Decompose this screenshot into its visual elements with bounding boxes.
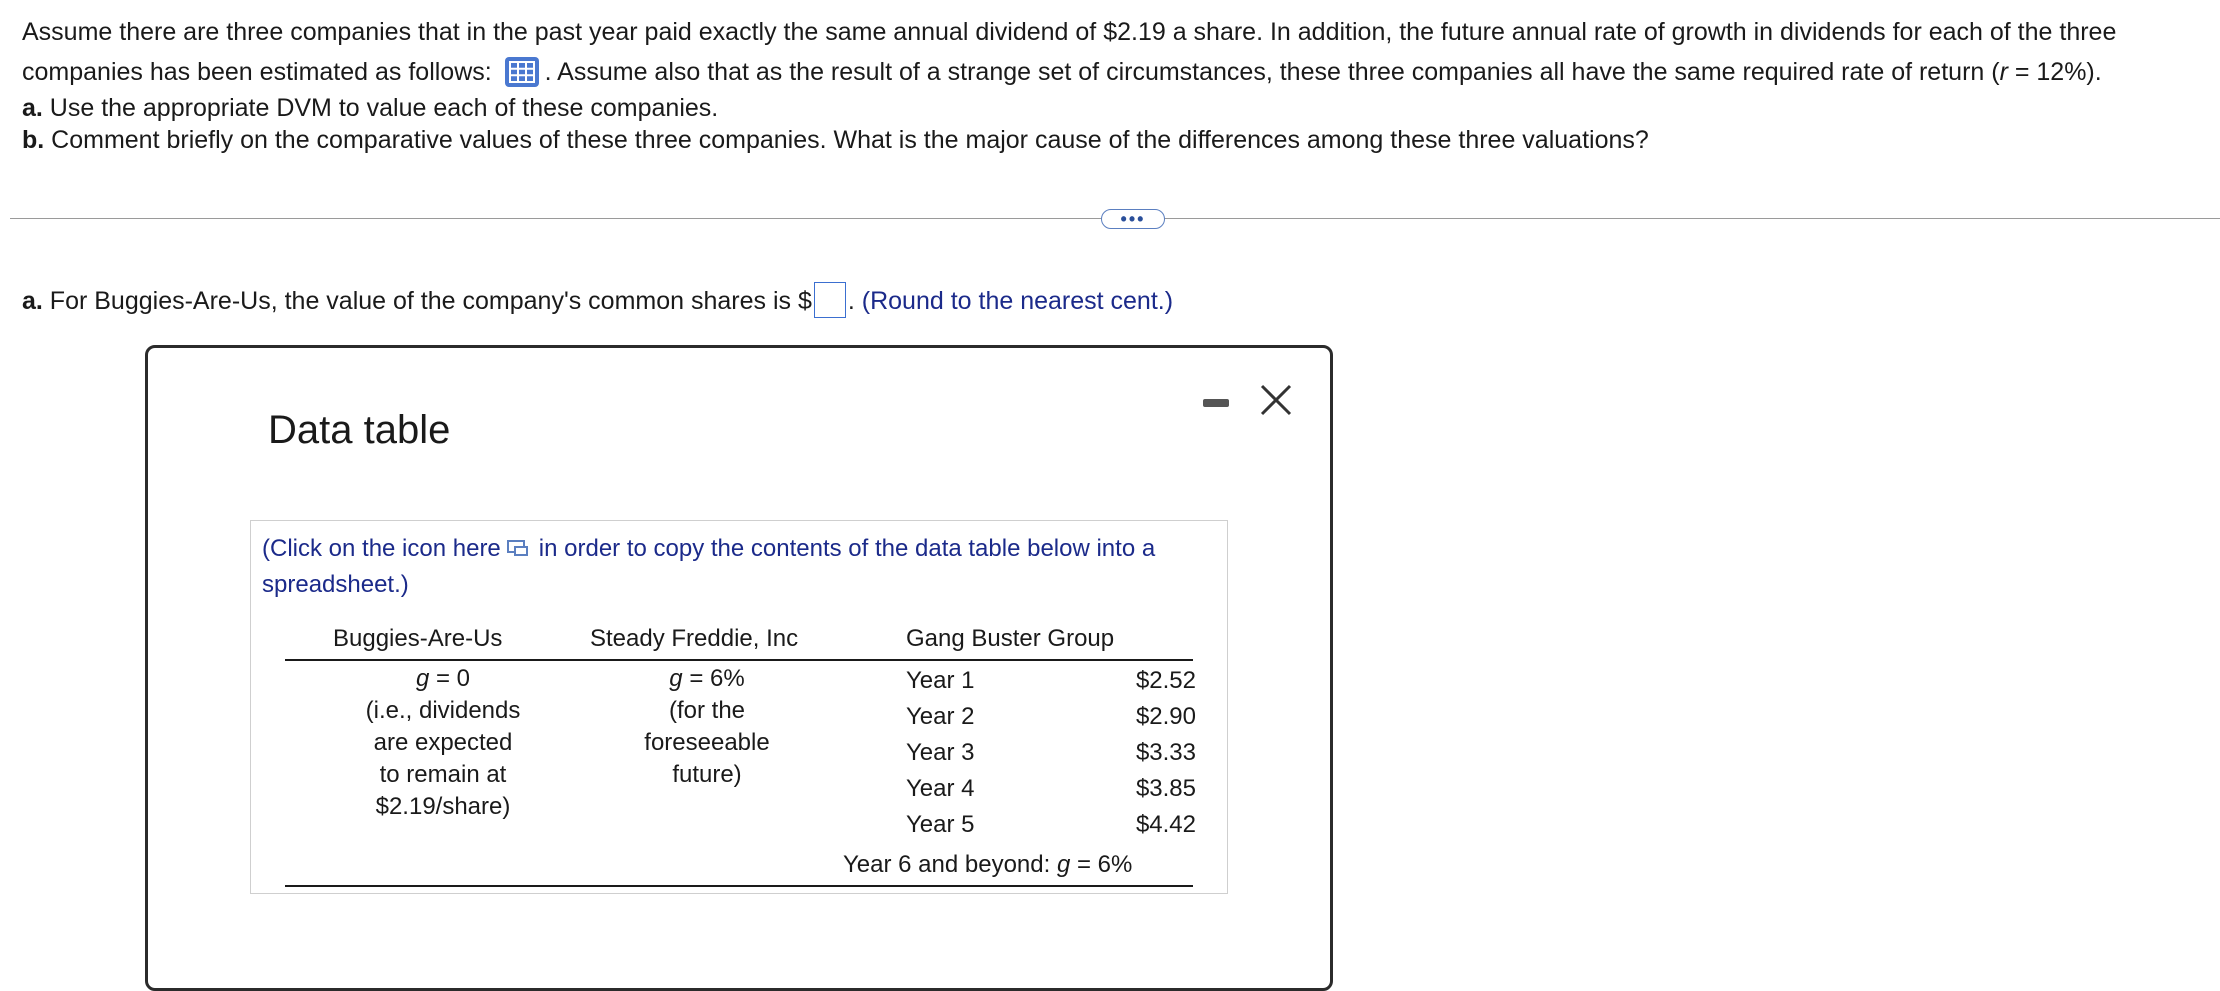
gang-year-1: Year 1 [906, 667, 975, 694]
dialog-title: Data table [268, 408, 451, 452]
gang-beyond-row: Year 6 and beyond: g = 6% [843, 851, 1132, 879]
freddie-note-2: foreseeable [644, 729, 770, 756]
problem-line-2-end: = 12%). [2007, 58, 2102, 86]
gang-amount-2: $2.90 [1135, 703, 1196, 730]
freddie-g-value: = 6% [682, 665, 745, 692]
part-a-instruction: a. Use the appropriate DVM to value each… [22, 92, 2212, 124]
gang-row-year-5: Year 5 $4.42 [906, 807, 1196, 843]
data-table-dialog: Data table (Click on the icon here in or… [145, 345, 1333, 991]
gang-year-4: Year 4 [906, 775, 975, 802]
buggies-note-4: $2.19/share) [375, 793, 511, 820]
data-table-panel: (Click on the icon here in order to copy… [250, 520, 1228, 894]
buggies-column: g = 0 (i.e., dividends are expected to r… [313, 663, 573, 823]
copy-to-spreadsheet-icon[interactable] [506, 533, 529, 556]
copy-note-start: (Click on the icon here [262, 535, 501, 562]
answer-input[interactable] [813, 282, 846, 318]
buggies-growth: g = 0 [313, 663, 573, 695]
part-a-text: Use the appropriate DVM to value each of… [42, 94, 719, 122]
answer-line: a. For Buggies-Are-Us, the value of the … [22, 282, 1173, 318]
minimize-button[interactable] [1203, 399, 1229, 407]
header-gang: Gang Buster Group [906, 625, 1115, 652]
gang-row-year-3: Year 3 $3.33 [906, 735, 1196, 771]
rounding-hint: (Round to the nearest cent.) [861, 287, 1174, 315]
freddie-growth: g = 6% [581, 663, 833, 695]
buggies-g-value: = 0 [429, 665, 471, 692]
answer-prompt: For Buggies-Are-Us, the value of the com… [42, 287, 812, 315]
header-freddie: Steady Freddie, Inc [590, 625, 799, 652]
part-b-instruction: b. Comment briefly on the comparative va… [22, 124, 2212, 156]
problem-line-2-middle: . Assume also that as the result of a st… [544, 58, 2000, 86]
gang-amount-1: $2.52 [1135, 667, 1196, 694]
close-icon [1260, 384, 1292, 416]
buggies-g-var: g [415, 665, 430, 692]
problem-line-2-start: companies has been estimated as follows: [22, 58, 492, 86]
data-table-icon[interactable] [504, 57, 539, 87]
answer-period: . [847, 287, 855, 315]
gang-year-3: Year 3 [906, 739, 975, 766]
part-b-label: b. [22, 126, 45, 154]
gang-beyond-value: = 6% [1070, 851, 1133, 878]
gang-row-year-2: Year 2 $2.90 [906, 699, 1196, 735]
problem-statement: Assume there are three companies that in… [22, 12, 2212, 156]
expand-more-button[interactable]: ••• [1101, 209, 1165, 229]
header-rule [285, 659, 1193, 661]
gang-beyond-var: g [1056, 851, 1071, 878]
gang-amount-4: $3.85 [1135, 775, 1196, 802]
copy-instructions: (Click on the icon here in order to copy… [262, 531, 1192, 603]
problem-line-1: Assume there are three companies that in… [22, 18, 2117, 46]
problem-line-2: companies has been estimated as follows:… [22, 52, 2212, 92]
gang-year-5: Year 5 [906, 811, 975, 838]
gang-row-year-1: Year 1 $2.52 [906, 663, 1196, 699]
gang-year-2: Year 2 [906, 703, 975, 730]
gang-row-year-4: Year 4 $3.85 [906, 771, 1196, 807]
rate-variable: r [1999, 58, 2008, 86]
freddie-g-var: g [669, 665, 683, 692]
footer-rule [285, 885, 1193, 887]
freddie-note-3: future) [672, 761, 742, 788]
part-b-text: Comment briefly on the comparative value… [44, 126, 1649, 154]
buggies-note-1: (i.e., dividends [365, 697, 521, 724]
buggies-note-2: are expected [373, 729, 513, 756]
header-buggies: Buggies-Are-Us [333, 625, 503, 652]
answer-part-label: a. [22, 287, 43, 315]
gang-amount-3: $3.33 [1135, 739, 1196, 766]
gang-amount-5: $4.42 [1135, 811, 1196, 838]
buggies-note-3: to remain at [379, 761, 507, 788]
gang-beyond-text: Year 6 and beyond: [843, 851, 1057, 878]
freddie-column: g = 6% (for the foreseeable future) [581, 663, 833, 791]
freddie-note-1: (for the [668, 697, 746, 724]
close-button[interactable] [1258, 382, 1294, 418]
part-a-label: a. [22, 94, 43, 122]
